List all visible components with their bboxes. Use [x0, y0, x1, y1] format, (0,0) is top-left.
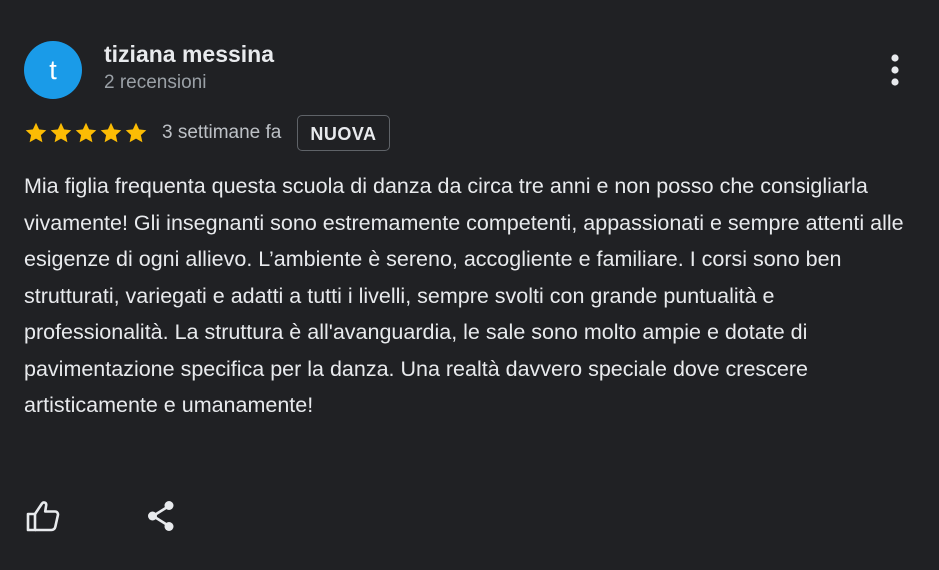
star-icon	[49, 121, 73, 145]
more-vert-icon	[891, 54, 899, 86]
more-options-button[interactable]	[876, 48, 914, 92]
star-icon	[74, 121, 98, 145]
like-button[interactable]	[24, 497, 62, 535]
author-name[interactable]: tiziana messina	[104, 41, 274, 68]
review-actions	[24, 497, 180, 535]
review-time: 3 settimane fa	[162, 122, 282, 143]
star-icon	[124, 121, 148, 145]
review-card: t tiziana messina 2 recensioni 3 settima…	[0, 0, 939, 570]
review-text: Mia figlia frequenta questa scuola di da…	[24, 174, 904, 417]
star-rating	[24, 121, 148, 145]
thumb-up-icon	[26, 501, 60, 532]
share-button[interactable]	[142, 497, 180, 535]
star-icon	[24, 121, 48, 145]
new-badge: NUOVA	[297, 115, 390, 151]
avatar[interactable]: t	[24, 41, 82, 99]
share-icon	[148, 501, 174, 531]
star-icon	[99, 121, 123, 145]
author-review-count[interactable]: 2 recensioni	[104, 72, 206, 94]
rating-row: 3 settimane fa NUOVA	[24, 113, 390, 153]
